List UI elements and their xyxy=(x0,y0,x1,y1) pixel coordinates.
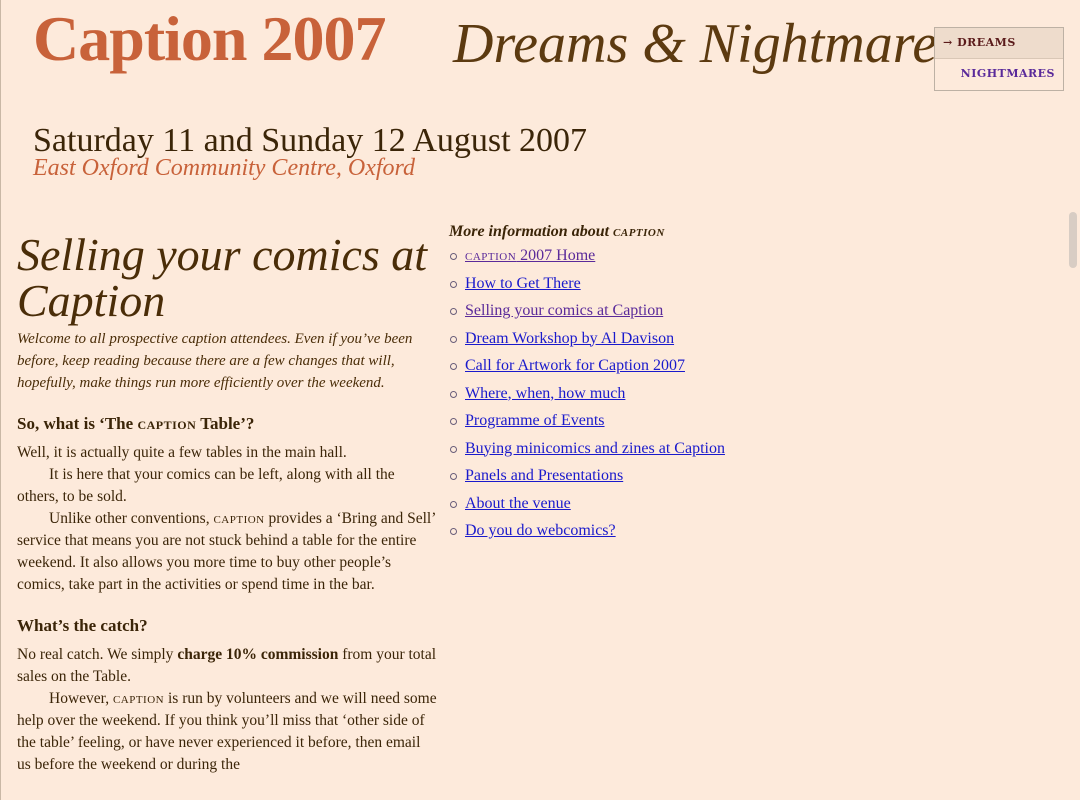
link-buying-minicomics[interactable]: Buying minicomics and zines at Caption xyxy=(465,440,725,457)
bullet-icon xyxy=(450,335,457,343)
list-item: Call for Artwork for Caption 2007 xyxy=(449,354,779,382)
link-where-when[interactable]: Where, when, how much xyxy=(465,385,625,402)
bullet-icon xyxy=(450,445,457,453)
list-item: caption 2007 Home xyxy=(449,244,779,272)
caption-smallcaps: caption xyxy=(213,510,265,527)
bullet-icon xyxy=(450,308,457,315)
bullet-icon xyxy=(450,473,457,480)
theme-nightmares-link[interactable]: NIGHTMARES xyxy=(935,59,1063,89)
sidebar-links: caption 2007 Home How to Get There Selli… xyxy=(449,244,779,547)
bullet-icon xyxy=(450,253,457,260)
sidebar-heading-text: More information about xyxy=(449,223,614,240)
list-item: Programme of Events xyxy=(449,409,779,437)
site-title[interactable]: Caption 2007 xyxy=(33,2,386,76)
site-subtitle: Dreams & Nightmares xyxy=(453,13,960,75)
bullet-icon xyxy=(450,363,457,370)
more-info-sidebar: More information about caption caption 2… xyxy=(449,222,779,547)
list-item: Do you do webcomics? xyxy=(449,519,779,547)
bullet-icon xyxy=(450,390,457,398)
vertical-scrollbar[interactable] xyxy=(1066,200,1080,800)
list-item: Panels and Presentations xyxy=(449,464,779,492)
link-webcomics[interactable]: Do you do webcomics? xyxy=(465,522,616,539)
section-heading-catch: What’s the catch? xyxy=(17,616,148,635)
commission-highlight: charge 10% commission xyxy=(177,646,339,663)
link-dream-workshop[interactable]: Dream Workshop by Al Davison xyxy=(465,330,674,347)
paragraph: Well, it is actually quite a few tables … xyxy=(17,444,347,461)
bullet-icon xyxy=(450,500,457,508)
caption-smallcaps: caption xyxy=(112,690,165,707)
sidebar-heading: More information about caption xyxy=(449,222,779,242)
caption-smallcaps: caption xyxy=(137,414,197,433)
caption-smallcaps: caption xyxy=(613,223,665,240)
bullet-icon xyxy=(450,418,457,425)
section-heading-pre: So, what is ‘The xyxy=(17,414,138,433)
intro-paragraph: Welcome to all prospective caption atten… xyxy=(17,331,413,391)
link-home[interactable]: caption 2007 Home xyxy=(465,247,595,264)
paragraph: It is here that your comics can be left,… xyxy=(17,466,395,505)
event-venue: East Oxford Community Centre, Oxford xyxy=(33,155,415,181)
bullet-icon xyxy=(450,528,457,535)
list-item: Dream Workshop by Al Davison xyxy=(449,327,779,355)
scrollbar-thumb[interactable] xyxy=(1069,212,1077,268)
section-heading-post: Table’? xyxy=(196,414,255,433)
paragraph-text: No real catch. We simply xyxy=(17,646,178,663)
link-label: 2007 Home xyxy=(516,247,596,264)
link-programme[interactable]: Programme of Events xyxy=(465,412,605,429)
paragraph-text: Unlike other conventions, xyxy=(49,510,214,527)
paragraph: However, caption is run by volunteers an… xyxy=(17,688,437,776)
list-item: Selling your comics at Caption xyxy=(449,299,779,327)
list-item: Where, when, how much xyxy=(449,382,779,410)
theme-switcher: → DREAMS NIGHTMARES xyxy=(934,27,1064,91)
link-panels[interactable]: Panels and Presentations xyxy=(465,467,623,484)
link-selling-comics[interactable]: Selling your comics at Caption xyxy=(465,302,663,319)
link-how-to-get-there[interactable]: How to Get There xyxy=(465,275,581,292)
theme-dreams-label: DREAMS xyxy=(957,36,1016,49)
paragraph: No real catch. We simply charge 10% comm… xyxy=(17,644,437,688)
paragraph: Unlike other conventions, caption provid… xyxy=(17,508,437,596)
list-item: Buying minicomics and zines at Caption xyxy=(449,437,779,465)
caption-smallcaps: caption xyxy=(465,247,517,264)
main-content: Selling your comics at Caption Welcome t… xyxy=(17,232,437,776)
theme-dreams-link[interactable]: → DREAMS xyxy=(935,28,1063,59)
list-item: About the venue xyxy=(449,492,779,520)
link-about-venue[interactable]: About the venue xyxy=(465,495,571,512)
bullet-icon xyxy=(450,280,457,288)
site-header: Caption 2007 Dreams & Nightmares → DREAM… xyxy=(0,0,1080,200)
paragraph-text: However, xyxy=(49,690,113,707)
page-title: Selling your comics at Caption xyxy=(17,229,428,326)
arrow-right-icon: → xyxy=(943,36,953,49)
link-call-for-artwork[interactable]: Call for Artwork for Caption 2007 xyxy=(465,357,685,374)
section-heading-caption-table: So, what is ‘The caption Table’? xyxy=(17,414,437,434)
list-item: How to Get There xyxy=(449,272,779,300)
